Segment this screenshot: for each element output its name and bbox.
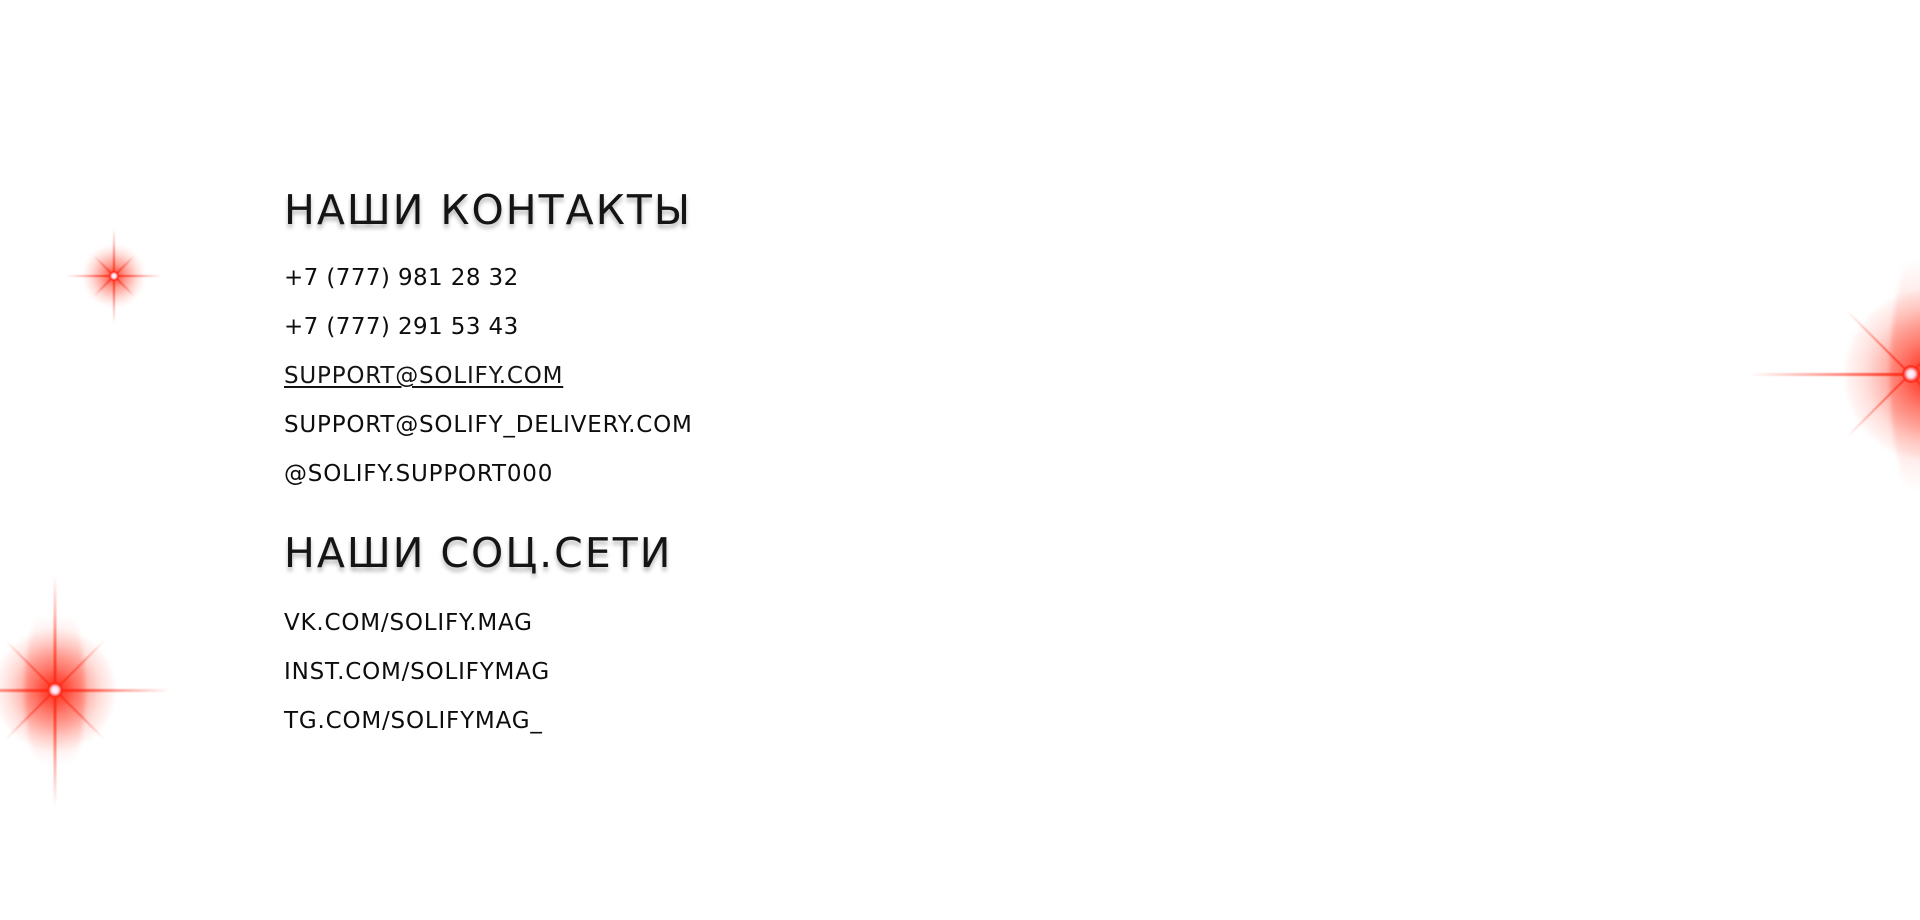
social-link-vk[interactable]: VK.COM/SOLIFY.MAG	[284, 599, 1184, 648]
support-email-link[interactable]: SUPPORT@SOLIFY.COM	[284, 363, 563, 389]
red-sparkle-icon	[0, 575, 170, 806]
delivery-email[interactable]: SUPPORT@SOLIFY_DELIVERY.COM	[284, 401, 1184, 450]
social-link-inst[interactable]: INST.COM/SOLIFYMAG	[284, 648, 1184, 697]
contacts-section: НАШИ КОНТАКТЫ +7 (777) 981 28 32 +7 (777…	[284, 178, 1184, 746]
contacts-page: НАШИ КОНТАКТЫ +7 (777) 981 28 32 +7 (777…	[0, 0, 1920, 920]
socials-title: НАШИ СОЦ.СЕТИ	[284, 529, 673, 577]
red-sparkle-icon	[1750, 225, 1920, 525]
phone-number-1[interactable]: +7 (777) 981 28 32	[284, 254, 1184, 303]
red-sparkle-icon	[66, 228, 162, 324]
phone-number-2[interactable]: +7 (777) 291 53 43	[284, 303, 1184, 352]
support-email-item: SUPPORT@SOLIFY.COM	[284, 352, 1184, 401]
contact-list: +7 (777) 981 28 32 +7 (777) 291 53 43 SU…	[284, 254, 1184, 499]
social-link-tg[interactable]: TG.COM/SOLIFYMAG_	[284, 697, 1184, 746]
support-handle[interactable]: @SOLIFY.SUPPORT000	[284, 450, 1184, 499]
contacts-title: НАШИ КОНТАКТЫ	[284, 186, 693, 234]
social-list: VK.COM/SOLIFY.MAG INST.COM/SOLIFYMAG TG.…	[284, 599, 1184, 746]
